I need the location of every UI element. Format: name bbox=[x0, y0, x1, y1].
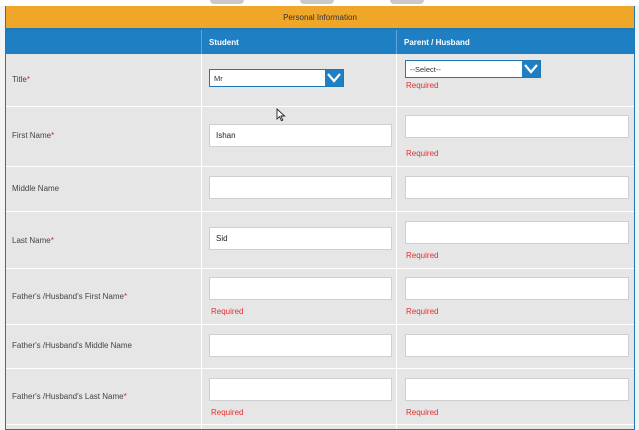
form-row-title: Title* Mr --Select-- Required bbox=[6, 54, 634, 107]
parent-cell: Required bbox=[397, 369, 634, 424]
required-error: Required bbox=[406, 408, 439, 417]
required-error: Required bbox=[406, 251, 439, 260]
student-last-name-input[interactable]: Sid bbox=[209, 227, 392, 250]
student-father-last-name-input[interactable] bbox=[209, 378, 392, 401]
student-cell: Sid bbox=[202, 212, 397, 268]
student-title-select[interactable]: Mr bbox=[209, 69, 344, 87]
form-row-father-middle-name: Father's /Husband's Middle Name bbox=[6, 325, 634, 369]
student-cell: Required bbox=[202, 369, 397, 424]
column-header-parent: Parent / Husband bbox=[404, 37, 470, 47]
column-header-student: Student bbox=[202, 30, 397, 54]
student-cell bbox=[202, 325, 397, 368]
row-label-cell: Title* bbox=[6, 54, 202, 106]
row-label-cell: Middle Name bbox=[6, 167, 202, 211]
student-first-name-input[interactable]: Ishan bbox=[209, 124, 392, 147]
required-error: Required bbox=[406, 81, 439, 90]
row-label: Father's /Husband's Last Name* bbox=[12, 392, 127, 401]
student-father-middle-name-input[interactable] bbox=[209, 334, 392, 357]
parent-last-name-input[interactable] bbox=[405, 221, 629, 244]
column-header-label bbox=[6, 30, 202, 54]
decoration-shape bbox=[210, 0, 244, 4]
student-cell: Ishan bbox=[202, 107, 397, 166]
row-label: Title* bbox=[12, 75, 30, 84]
row-label-cell: Father's /Husband's Middle Name bbox=[6, 325, 202, 368]
row-label-cell: Father's /Husband's Last Name* bbox=[6, 369, 202, 424]
column-header-row: Student Parent / Husband bbox=[6, 30, 634, 54]
required-error: Required bbox=[211, 307, 244, 316]
parent-cell: --Select-- Required bbox=[397, 54, 634, 106]
row-label: Father's /Husband's First Name* bbox=[12, 292, 128, 301]
form-row-father-last-name: Father's /Husband's Last Name* Required … bbox=[6, 369, 634, 425]
form-row-father-first-name: Father's /Husband's First Name* Required… bbox=[6, 269, 634, 325]
parent-title-select[interactable]: --Select-- bbox=[405, 60, 541, 78]
student-cell bbox=[202, 425, 397, 429]
mouse-cursor-icon bbox=[276, 108, 286, 122]
section-header: Personal Information bbox=[6, 6, 634, 30]
parent-cell: Required bbox=[397, 269, 634, 324]
decoration-shape bbox=[390, 0, 424, 4]
select-value: Mr bbox=[214, 73, 223, 83]
parent-father-first-name-input[interactable] bbox=[405, 277, 629, 300]
form-row-middle-name: Middle Name bbox=[6, 167, 634, 212]
personal-information-form: Personal Information Student Parent / Hu… bbox=[5, 6, 635, 430]
student-father-first-name-input[interactable] bbox=[209, 277, 392, 300]
decoration-shape bbox=[300, 0, 334, 4]
parent-cell bbox=[397, 167, 634, 211]
required-error: Required bbox=[406, 149, 439, 158]
form-row-last-name: Last Name* Sid Required bbox=[6, 212, 634, 269]
parent-father-last-name-input[interactable] bbox=[405, 378, 629, 401]
row-label: Last Name* bbox=[12, 236, 54, 245]
row-label: Middle Name bbox=[12, 184, 60, 193]
row-label-cell: Last Name* bbox=[6, 212, 202, 268]
required-error: Required bbox=[211, 408, 244, 417]
chevron-down-icon[interactable] bbox=[325, 70, 343, 86]
student-cell: Required bbox=[202, 269, 397, 324]
row-label: Father's /Husband's Middle Name bbox=[12, 341, 132, 350]
parent-cell: Required bbox=[397, 212, 634, 268]
parent-first-name-input[interactable] bbox=[405, 115, 629, 138]
parent-middle-name-input[interactable] bbox=[405, 176, 629, 199]
parent-father-middle-name-input[interactable] bbox=[405, 334, 629, 357]
row-label-cell bbox=[6, 425, 202, 429]
form-row-first-name: First Name* Ishan Required bbox=[6, 107, 634, 167]
chevron-down-icon[interactable] bbox=[522, 61, 540, 77]
student-cell: Mr bbox=[202, 54, 397, 106]
row-label-cell: First Name* bbox=[6, 107, 202, 166]
section-title: Personal Information bbox=[283, 12, 357, 22]
student-middle-name-input[interactable] bbox=[209, 176, 392, 199]
select-value: --Select-- bbox=[410, 64, 441, 74]
parent-cell bbox=[397, 325, 634, 368]
form-row-next bbox=[6, 425, 634, 429]
row-label: First Name* bbox=[12, 131, 55, 140]
student-cell bbox=[202, 167, 397, 211]
required-error: Required bbox=[406, 307, 439, 316]
parent-cell: Required bbox=[397, 107, 634, 166]
row-label-cell: Father's /Husband's First Name* bbox=[6, 269, 202, 324]
parent-cell bbox=[397, 425, 634, 429]
